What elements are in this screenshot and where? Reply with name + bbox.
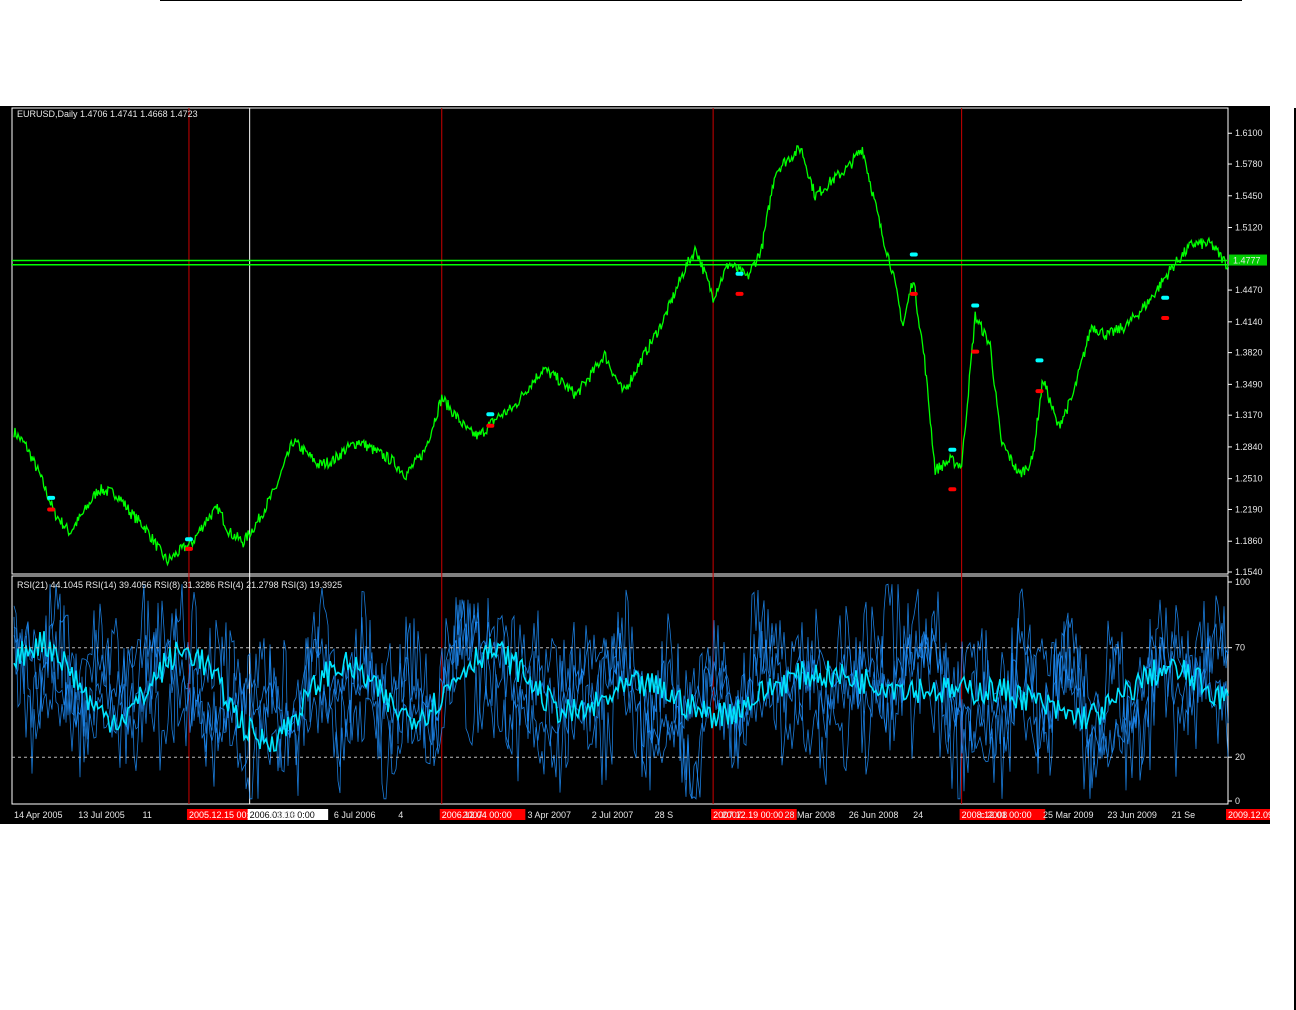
rsi-tick-label: 100 xyxy=(1235,577,1250,587)
upper-signal-marker xyxy=(1035,358,1044,363)
time-label: r 2006 xyxy=(270,810,296,820)
lower-signal-marker xyxy=(1161,315,1170,320)
time-label: 14 Apr 2005 xyxy=(14,810,63,820)
upper-signal-marker xyxy=(47,495,56,500)
price-panel-frame xyxy=(11,107,1229,575)
price-tick-label: 1.3170 xyxy=(1235,410,1263,420)
rsi-axis: 100 70 20 0 xyxy=(1228,577,1250,806)
upper-signal-marker xyxy=(948,447,957,452)
time-label: 2 Jul 2007 xyxy=(592,810,634,820)
lower-signal-marker xyxy=(47,507,56,512)
time-label: 28 Mar 2008 xyxy=(785,810,836,820)
price-tick-label: 1.1540 xyxy=(1235,567,1263,577)
time-label: 13 Jul 2005 xyxy=(78,810,125,820)
price-tick-label: 1.2190 xyxy=(1235,504,1263,514)
price-tick-label: 1.3820 xyxy=(1235,348,1263,358)
lower-signal-marker xyxy=(1035,389,1044,394)
price-tick-label: 1.6100 xyxy=(1235,128,1263,138)
rsi-tick-label: 70 xyxy=(1235,643,1245,653)
eurusd-price-line xyxy=(13,145,1229,567)
chart-canvas[interactable]: 1.6100 1.5780 1.5450 1.5120 1.4470 1.4140 1.38… xyxy=(0,106,1270,824)
price-tick-label: 1.5120 xyxy=(1235,223,1263,233)
lower-signal-marker xyxy=(909,291,918,296)
upper-signal-marker xyxy=(486,412,495,417)
price-tick-label: 1.2510 xyxy=(1235,474,1263,484)
price-axis: 1.6100 1.5780 1.5450 1.5120 1.4470 1.4140 1.38… xyxy=(1228,128,1267,577)
time-label: 2007 xyxy=(722,810,742,820)
time-label: 4 xyxy=(398,810,403,820)
rsi-panel-header: RSI(21) 44.1045 RSI(14) 39.4056 RSI(8) 3… xyxy=(17,580,342,590)
upper-signal-marker xyxy=(735,271,744,276)
price-panel-header: EURUSD,Daily 1.4706 1.4741 1.4668 1.4723 xyxy=(17,109,198,119)
price-tick-label: 1.3490 xyxy=(1235,379,1263,389)
rsi-tick-label: 20 xyxy=(1235,752,1245,762)
rsi-tick-label: 0 xyxy=(1235,796,1240,806)
price-tick-label: 1.4140 xyxy=(1235,317,1263,327)
price-tick-label: 1.2840 xyxy=(1235,442,1263,452)
rsi-series xyxy=(13,583,1229,800)
time-label: 2009.12.09 00:00 xyxy=(1228,810,1270,820)
time-label: 11 xyxy=(143,810,152,820)
price-tag-label: 1.4777 xyxy=(1233,256,1261,266)
upper-signal-marker xyxy=(909,252,918,257)
upper-signal-marker xyxy=(971,303,980,308)
lower-signal-marker xyxy=(735,291,744,296)
time-label: 3 Apr 2007 xyxy=(527,810,571,820)
horizontal-levels xyxy=(12,259,1228,266)
time-label: 26 Jun 2008 xyxy=(849,810,899,820)
time-label: 6 Jul 2006 xyxy=(334,810,376,820)
price-tick-label: 1.4470 xyxy=(1235,285,1263,295)
lower-signal-marker xyxy=(184,546,193,551)
top-rule xyxy=(160,0,1242,1)
price-series xyxy=(13,145,1229,567)
lower-signal-marker xyxy=(486,423,495,428)
lower-signal-marker xyxy=(948,487,957,492)
price-tick-label: 1.5450 xyxy=(1235,191,1263,201)
price-tick-label: 1.1860 xyxy=(1235,536,1263,546)
chart-window[interactable]: 1.6100 1.5780 1.5450 1.5120 1.4470 1.4140 1.38… xyxy=(0,106,1270,824)
time-label: 2007 xyxy=(462,810,482,820)
time-label: 28 S xyxy=(655,810,674,820)
time-label: 25 Mar 2009 xyxy=(1043,810,1094,820)
time-label: 23 Jun 2009 xyxy=(1107,810,1157,820)
time-label: 24 xyxy=(913,810,923,820)
lower-signal-marker xyxy=(971,349,980,354)
time-label: c 2008 xyxy=(980,810,1007,820)
time-label: 21 Se xyxy=(1172,810,1196,820)
time-axis: 14 Apr 2005 13 Jul 2005 11 2005.12.15 00:00… xyxy=(14,809,1270,820)
upper-signal-marker xyxy=(1161,295,1170,300)
price-tick-label: 1.5780 xyxy=(1235,159,1263,169)
upper-signal-marker xyxy=(184,537,193,542)
